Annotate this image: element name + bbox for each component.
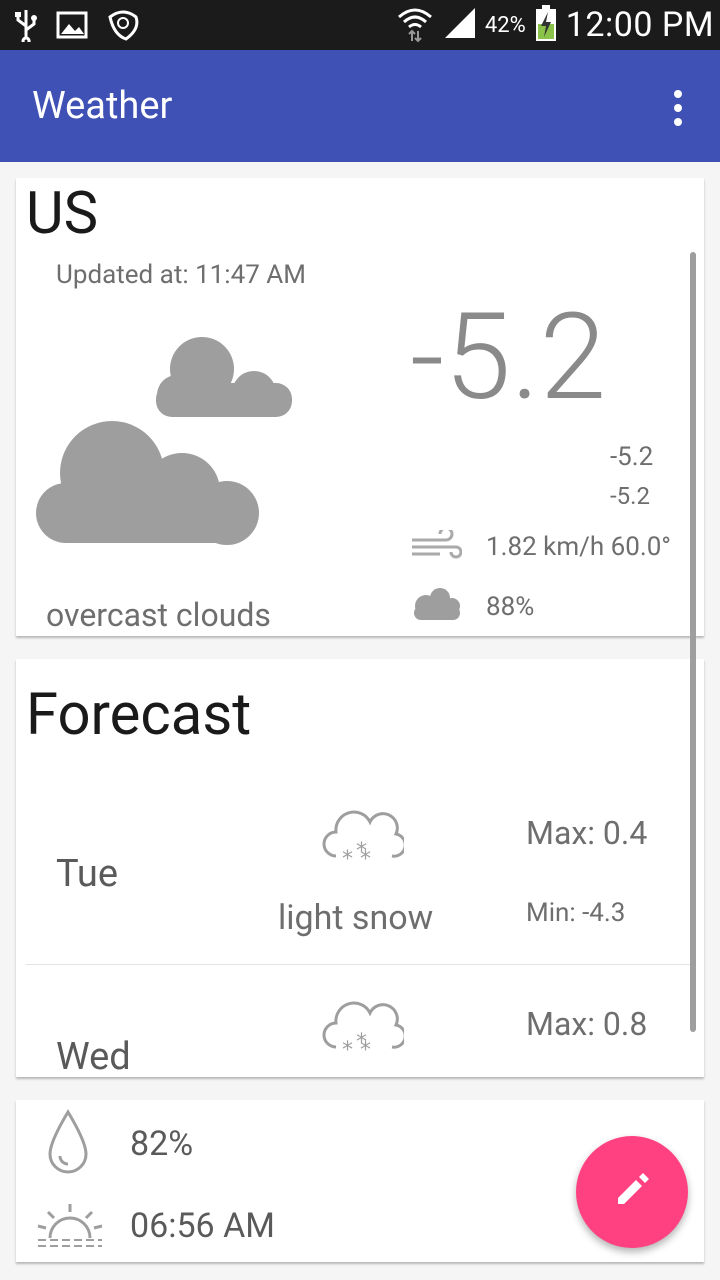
forecast-row[interactable]: Wed * * * Max: 0.8 [26, 965, 690, 1077]
usb-icon [14, 8, 38, 46]
sunrise-icon [36, 1200, 104, 1254]
battery-icon [534, 4, 558, 46]
more-vertical-icon[interactable] [672, 90, 684, 126]
clock: 12:00 PM [565, 5, 714, 45]
forecast-min: Min: -4.3 [526, 898, 626, 928]
wifi-icon [395, 3, 435, 47]
sunrise-time: 06:56 AM [130, 1206, 275, 1246]
forecast-description: light snow [278, 898, 434, 938]
svg-text:*: * [356, 839, 367, 864]
current-temperature: -5.2 [410, 288, 607, 428]
edit-button[interactable] [576, 1136, 688, 1248]
svg-text:*: * [356, 1030, 367, 1055]
forecast-max: Max: 0.4 [526, 814, 648, 852]
cloudiness-icon [410, 586, 462, 628]
overcast-clouds-icon [32, 333, 292, 557]
forecast-card[interactable]: Forecast Tue * * * light snow Max: 0.4 Mi… [16, 659, 704, 1077]
app-icon [106, 9, 140, 45]
scrollbar[interactable] [690, 252, 696, 1032]
humidity-value: 82% [130, 1124, 194, 1164]
wind-icon [410, 526, 463, 568]
snow-icon: * * * [320, 993, 407, 1069]
cloudiness-value: 88% [486, 592, 535, 622]
temperature-min: -5.2 [610, 482, 650, 510]
forecast-max: Max: 0.8 [526, 1005, 648, 1043]
snow-icon: * * * [320, 802, 407, 878]
forecast-day: Tue [56, 852, 119, 896]
weather-description: overcast clouds [46, 596, 271, 634]
city-name: US [26, 180, 99, 248]
edit-icon [612, 1170, 652, 1214]
temperature-max: -5.2 [610, 442, 654, 472]
status-bar: 42% 12:00 PM [0, 0, 720, 50]
updated-time: Updated at: 11:47 AM [56, 260, 306, 290]
humidity-icon [46, 1108, 90, 1182]
app-bar: Weather [0, 50, 720, 162]
forecast-row[interactable]: Tue * * * light snow Max: 0.4 Min: -4.3 [26, 774, 690, 965]
wind-speed: 1.82 km/h 60.0° [486, 532, 672, 562]
forecast-title: Forecast [26, 681, 252, 749]
current-weather-card: US Updated at: 11:47 AM -5.2 -5.2 -5.2 1… [16, 178, 704, 636]
app-title: Weather [32, 84, 173, 128]
signal-icon [443, 6, 477, 44]
battery-percent: 42% [484, 12, 526, 38]
forecast-day: Wed [56, 1035, 131, 1077]
image-icon [56, 11, 88, 43]
